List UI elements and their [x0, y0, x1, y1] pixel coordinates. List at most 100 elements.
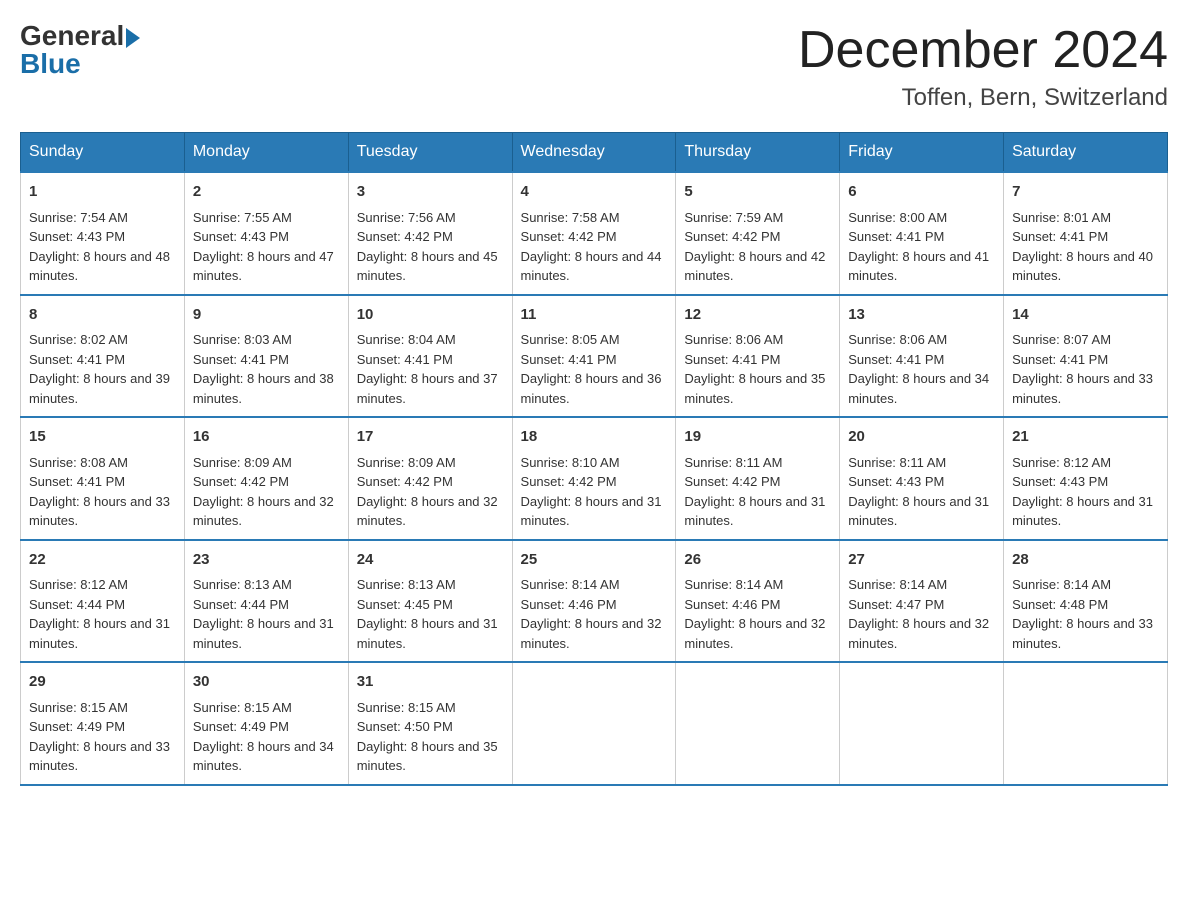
cell-content: Sunrise: 8:07 AMSunset: 4:41 PMDaylight:…: [1012, 330, 1159, 408]
calendar-cell: 1 Sunrise: 7:54 AMSunset: 4:43 PMDaylight…: [21, 172, 185, 295]
day-number: 12: [684, 304, 831, 327]
calendar-cell: 10Sunrise: 8:04 AMSunset: 4:41 PMDayligh…: [348, 295, 512, 418]
cell-content: Sunrise: 8:10 AMSunset: 4:42 PMDaylight:…: [521, 453, 668, 531]
calendar-header-tuesday: Tuesday: [348, 133, 512, 173]
calendar-header-wednesday: Wednesday: [512, 133, 676, 173]
day-number: 15: [29, 426, 176, 449]
calendar-cell: 13Sunrise: 8:06 AMSunset: 4:41 PMDayligh…: [840, 295, 1004, 418]
cell-content: Sunrise: 8:14 AMSunset: 4:48 PMDaylight:…: [1012, 575, 1159, 653]
cell-content: Sunrise: 8:15 AMSunset: 4:50 PMDaylight:…: [357, 698, 504, 776]
day-number: 19: [684, 426, 831, 449]
cell-content: Sunrise: 8:09 AMSunset: 4:42 PMDaylight:…: [357, 453, 504, 531]
cell-content: Sunrise: 7:54 AMSunset: 4:43 PMDaylight:…: [29, 208, 176, 286]
cell-content: Sunrise: 7:58 AMSunset: 4:42 PMDaylight:…: [521, 208, 668, 286]
calendar-cell: 31 Sunrise: 8:15 AMSunset: 4:50 PMDayligh…: [348, 662, 512, 785]
cell-content: Sunrise: 8:13 AMSunset: 4:44 PMDaylight:…: [193, 575, 340, 653]
calendar-cell: 26 Sunrise: 8:14 AMSunset: 4:46 PMDayligh…: [676, 540, 840, 663]
calendar-header-friday: Friday: [840, 133, 1004, 173]
calendar-cell: 3Sunrise: 7:56 AMSunset: 4:42 PMDaylight…: [348, 172, 512, 295]
cell-content: Sunrise: 8:00 AMSunset: 4:41 PMDaylight:…: [848, 208, 995, 286]
calendar-cell: 19 Sunrise: 8:11 AMSunset: 4:42 PMDayligh…: [676, 417, 840, 540]
calendar-cell: [1004, 662, 1168, 785]
cell-content: Sunrise: 7:55 AMSunset: 4:43 PMDaylight:…: [193, 208, 340, 286]
calendar-week-row: 8 Sunrise: 8:02 AMSunset: 4:41 PMDaylight…: [21, 295, 1168, 418]
calendar-cell: 17 Sunrise: 8:09 AMSunset: 4:42 PMDayligh…: [348, 417, 512, 540]
cell-content: Sunrise: 8:08 AMSunset: 4:41 PMDaylight:…: [29, 453, 176, 531]
day-number: 11: [521, 304, 668, 327]
cell-content: Sunrise: 8:06 AMSunset: 4:41 PMDaylight:…: [848, 330, 995, 408]
calendar-cell: 8 Sunrise: 8:02 AMSunset: 4:41 PMDaylight…: [21, 295, 185, 418]
calendar-cell: 29 Sunrise: 8:15 AMSunset: 4:49 PMDayligh…: [21, 662, 185, 785]
cell-content: Sunrise: 8:15 AMSunset: 4:49 PMDaylight:…: [29, 698, 176, 776]
cell-content: Sunrise: 8:11 AMSunset: 4:42 PMDaylight:…: [684, 453, 831, 531]
day-number: 24: [357, 549, 504, 572]
calendar-week-row: 15 Sunrise: 8:08 AMSunset: 4:41 PMDayligh…: [21, 417, 1168, 540]
calendar-cell: 15 Sunrise: 8:08 AMSunset: 4:41 PMDayligh…: [21, 417, 185, 540]
calendar-cell: 16 Sunrise: 8:09 AMSunset: 4:42 PMDayligh…: [184, 417, 348, 540]
cell-content: Sunrise: 8:12 AMSunset: 4:44 PMDaylight:…: [29, 575, 176, 653]
day-number: 1: [29, 181, 176, 204]
cell-content: Sunrise: 8:05 AMSunset: 4:41 PMDaylight:…: [521, 330, 668, 408]
cell-content: Sunrise: 8:14 AMSunset: 4:46 PMDaylight:…: [521, 575, 668, 653]
day-number: 21: [1012, 426, 1159, 449]
calendar-cell: 18Sunrise: 8:10 AMSunset: 4:42 PMDayligh…: [512, 417, 676, 540]
page-header: General Blue December 2024 Toffen, Bern,…: [20, 20, 1168, 112]
cell-content: Sunrise: 8:15 AMSunset: 4:49 PMDaylight:…: [193, 698, 340, 776]
cell-content: Sunrise: 8:04 AMSunset: 4:41 PMDaylight:…: [357, 330, 504, 408]
calendar-cell: 22 Sunrise: 8:12 AMSunset: 4:44 PMDayligh…: [21, 540, 185, 663]
calendar-cell: 27 Sunrise: 8:14 AMSunset: 4:47 PMDayligh…: [840, 540, 1004, 663]
calendar-week-row: 29 Sunrise: 8:15 AMSunset: 4:49 PMDayligh…: [21, 662, 1168, 785]
day-number: 22: [29, 549, 176, 572]
calendar-cell: 30 Sunrise: 8:15 AMSunset: 4:49 PMDayligh…: [184, 662, 348, 785]
calendar-header-thursday: Thursday: [676, 133, 840, 173]
cell-content: Sunrise: 8:14 AMSunset: 4:47 PMDaylight:…: [848, 575, 995, 653]
calendar-cell: 14Sunrise: 8:07 AMSunset: 4:41 PMDayligh…: [1004, 295, 1168, 418]
calendar-cell: 9 Sunrise: 8:03 AMSunset: 4:41 PMDaylight…: [184, 295, 348, 418]
day-number: 30: [193, 671, 340, 694]
calendar-cell: 21Sunrise: 8:12 AMSunset: 4:43 PMDayligh…: [1004, 417, 1168, 540]
calendar-cell: 24 Sunrise: 8:13 AMSunset: 4:45 PMDayligh…: [348, 540, 512, 663]
day-number: 31: [357, 671, 504, 694]
calendar-cell: [676, 662, 840, 785]
day-number: 4: [521, 181, 668, 204]
cell-content: Sunrise: 8:09 AMSunset: 4:42 PMDaylight:…: [193, 453, 340, 531]
calendar-cell: 25 Sunrise: 8:14 AMSunset: 4:46 PMDayligh…: [512, 540, 676, 663]
cell-content: Sunrise: 8:03 AMSunset: 4:41 PMDaylight:…: [193, 330, 340, 408]
calendar-cell: [512, 662, 676, 785]
day-number: 27: [848, 549, 995, 572]
day-number: 28: [1012, 549, 1159, 572]
calendar-week-row: 1 Sunrise: 7:54 AMSunset: 4:43 PMDaylight…: [21, 172, 1168, 295]
calendar-cell: 20 Sunrise: 8:11 AMSunset: 4:43 PMDayligh…: [840, 417, 1004, 540]
cell-content: Sunrise: 7:56 AMSunset: 4:42 PMDaylight:…: [357, 208, 504, 286]
day-number: 5: [684, 181, 831, 204]
day-number: 23: [193, 549, 340, 572]
calendar-week-row: 22 Sunrise: 8:12 AMSunset: 4:44 PMDayligh…: [21, 540, 1168, 663]
calendar-cell: 28 Sunrise: 8:14 AMSunset: 4:48 PMDayligh…: [1004, 540, 1168, 663]
cell-content: Sunrise: 7:59 AMSunset: 4:42 PMDaylight:…: [684, 208, 831, 286]
month-title: December 2024: [798, 20, 1168, 80]
logo: General Blue: [20, 20, 140, 80]
day-number: 9: [193, 304, 340, 327]
cell-content: Sunrise: 8:11 AMSunset: 4:43 PMDaylight:…: [848, 453, 995, 531]
day-number: 26: [684, 549, 831, 572]
cell-content: Sunrise: 8:02 AMSunset: 4:41 PMDaylight:…: [29, 330, 176, 408]
day-number: 25: [521, 549, 668, 572]
cell-content: Sunrise: 8:14 AMSunset: 4:46 PMDaylight:…: [684, 575, 831, 653]
calendar-cell: 6 Sunrise: 8:00 AMSunset: 4:41 PMDaylight…: [840, 172, 1004, 295]
day-number: 8: [29, 304, 176, 327]
title-section: December 2024 Toffen, Bern, Switzerland: [798, 20, 1168, 112]
calendar-cell: 12Sunrise: 8:06 AMSunset: 4:41 PMDayligh…: [676, 295, 840, 418]
day-number: 6: [848, 181, 995, 204]
calendar-cell: 7Sunrise: 8:01 AMSunset: 4:41 PMDaylight…: [1004, 172, 1168, 295]
day-number: 20: [848, 426, 995, 449]
day-number: 7: [1012, 181, 1159, 204]
cell-content: Sunrise: 8:13 AMSunset: 4:45 PMDaylight:…: [357, 575, 504, 653]
day-number: 29: [29, 671, 176, 694]
day-number: 17: [357, 426, 504, 449]
calendar-cell: 11 Sunrise: 8:05 AMSunset: 4:41 PMDayligh…: [512, 295, 676, 418]
day-number: 2: [193, 181, 340, 204]
calendar-header-monday: Monday: [184, 133, 348, 173]
calendar-cell: 2 Sunrise: 7:55 AMSunset: 4:43 PMDaylight…: [184, 172, 348, 295]
day-number: 16: [193, 426, 340, 449]
calendar-header-row: SundayMondayTuesdayWednesdayThursdayFrid…: [21, 133, 1168, 173]
